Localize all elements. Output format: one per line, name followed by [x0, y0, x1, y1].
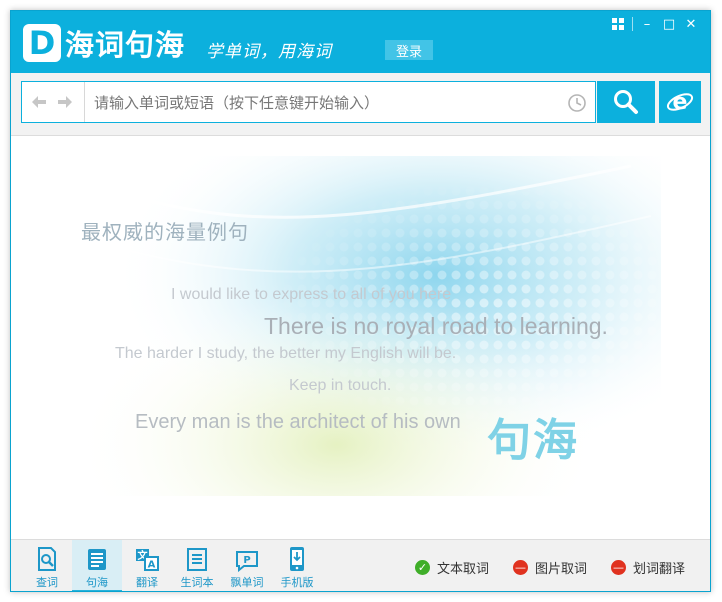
logo-letter: D — [23, 24, 61, 62]
control-divider — [632, 17, 633, 31]
app-window: D 海词句海 学单词，用海词 登录 – □ ✕ 请输入单词或短语（按下任意键开始… — [10, 10, 711, 592]
nav-divider — [84, 82, 85, 122]
selection-translate-label: 划词翻译 — [633, 561, 686, 577]
search-box — [21, 81, 596, 123]
minus-icon: — — [513, 559, 528, 575]
minus-icon: — — [611, 559, 626, 575]
image-capture-toggle[interactable]: — 图片取词 — [513, 557, 587, 577]
tool-notebook[interactable]: 生词本 — [172, 540, 222, 591]
svg-text:A: A — [148, 560, 156, 571]
banner-tagline: 最权威的海量例句 — [81, 220, 249, 244]
example-sentence: I would like to express to all of you he… — [171, 286, 452, 303]
tool-sentence-sea[interactable]: 句海 — [72, 540, 122, 591]
content-area: 最权威的海量例句 I would like to express to all … — [11, 136, 710, 539]
app-logo: D 海词句海 — [23, 21, 185, 65]
tool-floating-word[interactable]: P 飘单词 — [222, 540, 272, 591]
slogan: 学单词，用海词 — [206, 42, 332, 62]
window-controls: – □ ✕ — [607, 14, 702, 34]
image-capture-label: 图片取词 — [535, 561, 588, 577]
tool-label: 查词 — [36, 576, 58, 589]
example-sentence: Keep in touch. — [289, 377, 392, 394]
text-capture-toggle[interactable]: ✓ 文本取词 — [415, 557, 489, 577]
check-icon: ✓ — [415, 559, 430, 575]
tool-label: 翻译 — [136, 576, 158, 589]
search-dict-icon — [38, 547, 56, 571]
close-button[interactable]: ✕ — [680, 14, 702, 34]
arrow-left-icon[interactable] — [30, 93, 48, 111]
tool-label: 生词本 — [180, 576, 214, 589]
example-sentence: The harder I study, the better my Englis… — [115, 345, 457, 362]
search-input[interactable] — [92, 88, 556, 118]
notebook-icon — [187, 548, 207, 571]
floating-word-icon: P — [236, 551, 258, 572]
svg-text:e: e — [673, 90, 688, 115]
tool-lookup[interactable]: 查词 — [22, 540, 72, 591]
example-sentence: Every man is the architect of his own — [135, 411, 461, 433]
banner-brandmark: 句海 — [487, 415, 579, 466]
grid-menu-icon[interactable] — [607, 14, 629, 34]
tool-mobile[interactable]: 手机版 — [272, 540, 322, 591]
tool-label: 句海 — [86, 576, 108, 589]
title-bar: D 海词句海 学单词，用海词 登录 – □ ✕ — [11, 11, 710, 73]
example-sentence: There is no royal road to learning. — [264, 313, 608, 339]
search-row: e — [11, 73, 710, 136]
tool-label: 手机版 — [280, 576, 314, 589]
tool-translate[interactable]: 文 A 翻译 — [122, 540, 172, 591]
clock-icon[interactable] — [567, 93, 587, 113]
ie-icon: e — [666, 90, 694, 115]
logo-name: 海词句海 — [65, 28, 186, 62]
bottom-toolbar: 查词 句海 文 A 翻译 生词本 P 飘单词 手机版 ✓ 文本取词 — 图片取词… — [11, 539, 710, 591]
tool-label: 飘单词 — [230, 576, 264, 589]
translate-icon: 文 A — [136, 549, 159, 571]
magnifier-icon — [614, 90, 638, 114]
sentence-sea-icon — [88, 549, 106, 570]
svg-text:P: P — [243, 555, 250, 566]
login-button[interactable]: 登录 — [385, 40, 433, 60]
arrow-right-icon[interactable] — [56, 93, 74, 111]
text-capture-label: 文本取词 — [437, 561, 490, 577]
search-button[interactable] — [597, 81, 655, 123]
minimize-button[interactable]: – — [636, 14, 658, 34]
browser-search-button[interactable]: e — [659, 81, 701, 123]
selection-translate-toggle[interactable]: — 划词翻译 — [611, 557, 685, 577]
mobile-icon — [290, 547, 304, 571]
maximize-button[interactable]: □ — [658, 14, 680, 34]
